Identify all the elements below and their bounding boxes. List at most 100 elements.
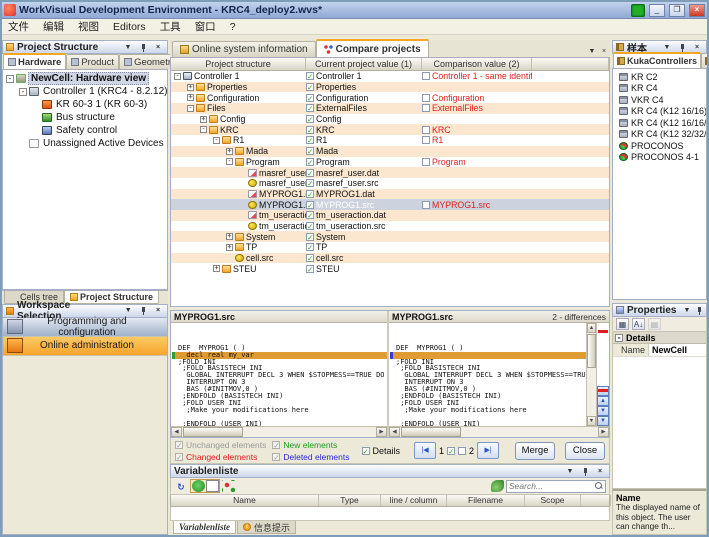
current-checkbox[interactable]: ✓ <box>306 211 314 219</box>
catalog-item[interactable]: PROCONOS 4-1 <box>613 152 706 164</box>
compare-row[interactable]: masref_user.src ✓ masref_user.src ✓ <box>171 178 609 189</box>
restore-button[interactable]: ❐ <box>669 4 685 17</box>
catalog-item[interactable]: KR C4 (K12 32/32/4) <box>613 129 706 141</box>
row-comparison-cell[interactable]: ✓ <box>422 189 532 200</box>
current-checkbox[interactable]: ✓ <box>306 169 314 177</box>
compare-row[interactable]: cell.src ✓ cell.src ✓ <box>171 253 609 264</box>
row-comparison-cell[interactable]: ✓ KRC <box>422 124 532 135</box>
comparison-checkbox[interactable]: ✓ <box>422 158 430 166</box>
expand-icon[interactable]: - <box>226 158 233 165</box>
compare-row[interactable]: + STEU ✓ STEU ✓ <box>171 263 609 274</box>
row-current-cell[interactable]: ✓ Program <box>306 157 422 168</box>
left-tab[interactable]: Product <box>66 54 119 69</box>
row-current-cell[interactable]: ✓ ExternalFiles <box>306 103 422 114</box>
row-current-cell[interactable]: ✓ Mada <box>306 146 422 157</box>
current-checkbox[interactable]: ✓ <box>306 104 314 112</box>
new-checkbox[interactable]: ✓ <box>272 441 280 449</box>
page2-checkbox[interactable]: ✓ <box>458 447 466 455</box>
menu-item[interactable]: 编辑 <box>43 19 64 34</box>
compare-row[interactable]: + Mada ✓ Mada ✓ <box>171 146 609 157</box>
compare-row[interactable]: - KRC ✓ KRC ✓ KRC <box>171 124 609 135</box>
tab-message-hints[interactable]: i 信息提示 <box>237 521 296 534</box>
current-checkbox[interactable]: ✓ <box>306 243 314 251</box>
expand-icon[interactable]: + <box>187 84 194 91</box>
current-checkbox[interactable]: ✓ <box>306 94 314 102</box>
menu-item[interactable]: 视图 <box>78 19 99 34</box>
comparison-checkbox[interactable]: ✓ <box>422 136 430 144</box>
row-comparison-cell[interactable]: ✓ Program <box>422 157 532 168</box>
current-checkbox[interactable]: ✓ <box>306 190 314 198</box>
expand-icon[interactable]: + <box>226 244 233 251</box>
tab-dropdown-icon[interactable]: ▼ <box>586 46 598 57</box>
compare-row[interactable]: tm_useraction.dat ✓ tm_useraction.dat ✓ <box>171 210 609 221</box>
current-checkbox[interactable]: ✓ <box>306 115 314 123</box>
variable-column-header[interactable]: Type <box>319 495 381 506</box>
row-comparison-cell[interactable]: ✓ <box>422 263 532 274</box>
row-structure-cell[interactable]: + Properties <box>171 82 306 93</box>
compare-row[interactable]: + Configuration ✓ Configuration ✓ Config… <box>171 92 609 103</box>
row-current-cell[interactable]: ✓ Controller 1 <box>306 71 422 82</box>
catalog-item[interactable]: KR C2 <box>613 71 706 83</box>
scroll-thumb[interactable] <box>183 427 243 437</box>
current-checkbox[interactable]: ✓ <box>306 126 314 134</box>
expand-icon[interactable]: - <box>19 88 27 96</box>
tab-online-system-information[interactable]: Online system information <box>172 41 316 57</box>
row-structure-cell[interactable]: + TP <box>171 242 306 253</box>
current-checkbox[interactable]: ✓ <box>306 147 314 155</box>
compare-row[interactable]: + TP ✓ TP ✓ <box>171 242 609 253</box>
details-group[interactable]: - Details <box>613 332 706 344</box>
variable-column-header[interactable]: Filename <box>447 495 525 506</box>
row-current-cell[interactable]: ✓ Configuration <box>306 92 422 103</box>
comparison-checkbox[interactable]: ✓ <box>422 126 430 134</box>
search-icon[interactable] <box>595 482 603 490</box>
close-panel-icon[interactable]: × <box>152 42 164 53</box>
row-structure-cell[interactable]: + Configuration <box>171 92 306 103</box>
row-current-cell[interactable]: ✓ KRC <box>306 124 422 135</box>
catalog-item[interactable]: KR C4 (K12 16/16/4) <box>613 117 706 129</box>
row-structure-cell[interactable]: MYPROG1.src <box>171 199 306 210</box>
row-structure-cell[interactable]: + Config <box>171 114 306 125</box>
row-structure-cell[interactable]: - KRC <box>171 124 306 135</box>
expand-icon[interactable]: + <box>213 265 220 272</box>
row-comparison-cell[interactable]: ✓ <box>422 82 532 93</box>
filter-icon[interactable] <box>491 480 504 492</box>
comparison-checkbox[interactable]: ✓ <box>422 104 430 112</box>
workspace-item[interactable]: Online administration <box>3 337 167 356</box>
current-checkbox[interactable]: ✓ <box>306 72 314 80</box>
row-comparison-cell[interactable]: ✓ <box>422 178 532 189</box>
variable-column-header[interactable] <box>581 495 611 506</box>
row-structure-cell[interactable]: + STEU <box>171 263 306 274</box>
catalog-item[interactable]: PROCONOS <box>613 140 706 152</box>
row-structure-cell[interactable]: tm_useraction.src <box>171 221 306 232</box>
minimize-button[interactable]: _ <box>649 4 665 17</box>
catalog-item[interactable]: KR C4 (K12 16/16) <box>613 106 706 118</box>
run-filter-icon[interactable] <box>192 480 205 492</box>
row-comparison-cell[interactable]: ✓ <box>422 146 532 157</box>
row-comparison-cell[interactable]: ✓ <box>422 242 532 253</box>
pin-icon[interactable] <box>676 42 688 53</box>
compare-row[interactable]: - Files ✓ ExternalFiles ✓ ExternalFiles <box>171 103 609 114</box>
scroll-thumb[interactable] <box>587 334 596 368</box>
menu-item[interactable]: ? <box>230 21 236 33</box>
dropdown-icon[interactable]: ▼ <box>122 305 134 316</box>
current-checkbox[interactable]: ✓ <box>306 201 314 209</box>
current-checkbox[interactable]: ✓ <box>306 233 314 241</box>
name-property-value[interactable]: NewCell <box>649 344 706 356</box>
dropdown-icon[interactable]: ▼ <box>122 42 134 53</box>
merge-button[interactable]: Merge <box>515 442 555 460</box>
tab-compare-projects[interactable]: Compare projects <box>316 39 429 57</box>
row-current-cell[interactable]: ✓ Config <box>306 114 422 125</box>
current-checkbox[interactable]: ✓ <box>306 265 314 273</box>
tab-kukacontrollers[interactable]: KukaControllers <box>613 52 701 68</box>
row-current-cell[interactable]: ✓ TP <box>306 242 422 253</box>
unchanged-checkbox[interactable]: ✓ <box>175 441 183 449</box>
row-structure-cell[interactable]: masref_user.dat <box>171 167 306 178</box>
catalog-item[interactable]: KR C4 <box>613 83 706 95</box>
left-hscrollbar[interactable]: ◀ ▶ <box>171 426 387 437</box>
comparison-checkbox[interactable]: ✓ <box>422 94 430 102</box>
variable-column-header[interactable]: Scope <box>525 495 581 506</box>
current-checkbox[interactable]: ✓ <box>306 136 314 144</box>
row-current-cell[interactable]: ✓ MYPROG1.src <box>306 199 422 210</box>
tab-variablenliste[interactable]: Variablenliste <box>173 521 236 534</box>
row-current-cell[interactable]: ✓ System <box>306 231 422 242</box>
